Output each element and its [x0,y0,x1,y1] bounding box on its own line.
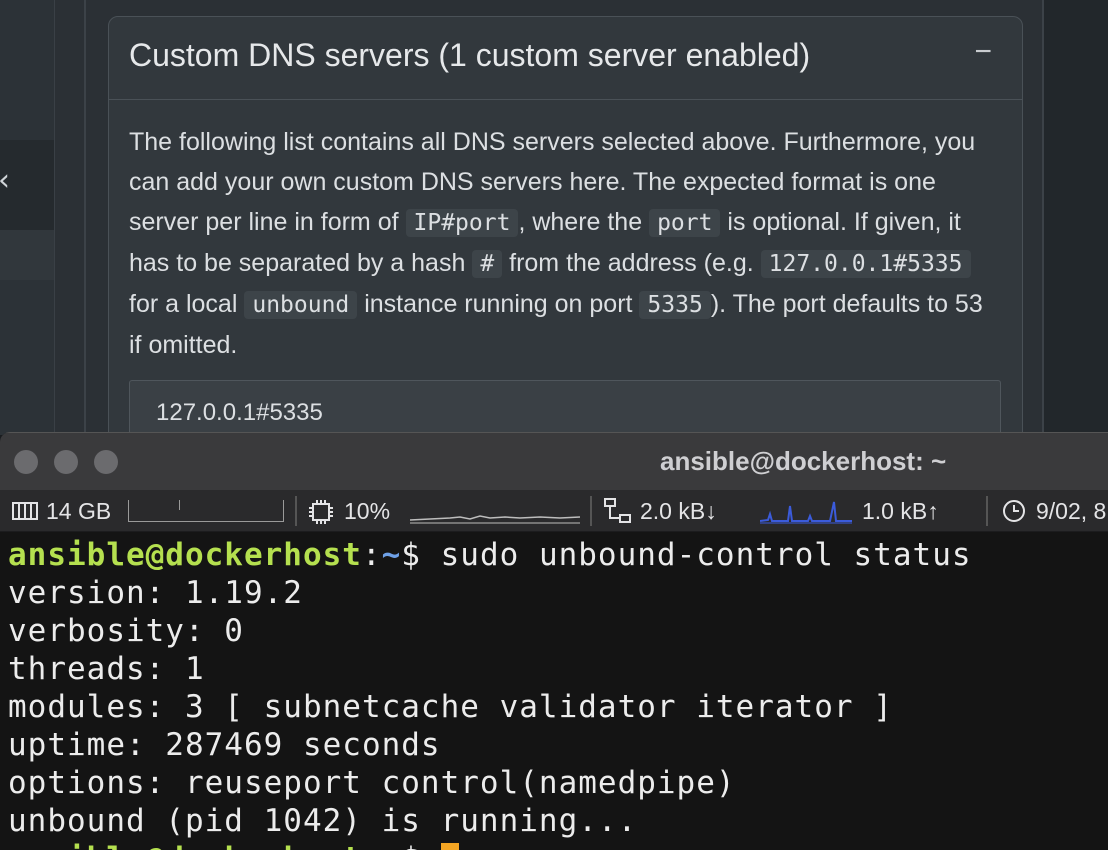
output-line: modules: 3 [ subnetcache validator itera… [8,689,893,725]
prompt-user: ansible@dockerhost [8,537,362,573]
cpu-usage: 10% [344,498,391,524]
prompt-separator: : [361,537,382,573]
minimize-button[interactable] [54,450,78,474]
code-ip-port: IP#port [405,209,519,237]
prompt-user: ansible@dockerhost [8,841,362,850]
prompt-end: $ [401,537,441,573]
code-unbound: unbound [244,291,358,319]
memory-usage: 14 GB [46,498,112,524]
prompt-end: $ [401,841,440,850]
sidebar-section [0,280,54,435]
custom-dns-card: Custom DNS servers (1 custom server enab… [108,16,1023,456]
output-line: uptime: 287469 seconds [8,727,441,763]
cpu-graph [410,515,580,524]
desc-text: for a local [129,290,245,318]
command-line: ansible@dockerhost:~$ sudo unbound-contr… [8,536,1108,574]
statusbar-divider [590,496,592,526]
desc-text: instance running on port [357,290,640,318]
chevron-left-icon[interactable]: ‹ [0,166,10,196]
card-description: The following list contains all DNS serv… [109,100,1022,365]
statusbar-divider [986,496,988,526]
cpu-icon [309,500,333,524]
memory-graph [128,500,284,522]
terminal-statusbar: 14 GB 10% 2.0 kB↓ 1.0 kB↑ 9/02, 8 [0,490,1108,532]
sidebar-item-active[interactable] [0,230,54,280]
desc-text: from the address (e.g. [502,249,761,277]
clock-icon [1003,500,1025,522]
right-gutter [1044,0,1108,435]
statusbar-divider [295,496,297,526]
date-time: 9/02, 8 [1036,498,1107,524]
terminal-output[interactable]: ansible@dockerhost:~$ sudo unbound-contr… [0,532,1108,850]
terminal-titlebar[interactable]: ansible@dockerhost: ~ [0,432,1108,490]
output-line: threads: 1 [8,651,205,687]
prompt-path: ~ [382,841,402,850]
sidebar [0,0,84,435]
sidebar-section [0,0,54,140]
code-port: port [649,209,721,237]
terminal-cursor [440,843,459,850]
prompt-path: ~ [381,537,402,573]
sidebar-divider [54,0,84,435]
code-port-number: 5335 [639,291,711,319]
network-download: 2.0 kB↓ [640,498,717,524]
close-button[interactable] [14,450,38,474]
network-icon [604,498,631,523]
card-header[interactable]: Custom DNS servers (1 custom server enab… [109,17,1022,100]
next-prompt-line: ansible@dockerhost:~$ [8,840,1108,850]
network-graph [760,501,852,524]
code-example-address: 127.0.0.1#5335 [760,250,971,278]
zoom-button[interactable] [94,450,118,474]
window-title: ansible@dockerhost: ~ [660,446,947,476]
terminal-window[interactable]: ansible@dockerhost: ~ 14 GB 10% 2.0 kB↓ [0,432,1108,850]
code-hash: # [472,250,503,278]
command-text: sudo unbound-control status [440,537,972,573]
output-line: version: 1.19.2 [8,575,303,611]
network-upload: 1.0 kB↑ [862,498,939,524]
desc-text: , where the [518,208,650,236]
output-line: options: reuseport control(namedpipe) [8,765,736,801]
output-line: verbosity: 0 [8,613,244,649]
memory-icon [12,502,38,520]
textarea-value: 127.0.0.1#5335 [156,399,323,426]
output-line: unbound (pid 1042) is running... [8,803,638,839]
minus-icon[interactable]: − [974,35,992,69]
card-title: Custom DNS servers (1 custom server enab… [129,37,811,73]
prompt-separator: : [362,841,382,850]
